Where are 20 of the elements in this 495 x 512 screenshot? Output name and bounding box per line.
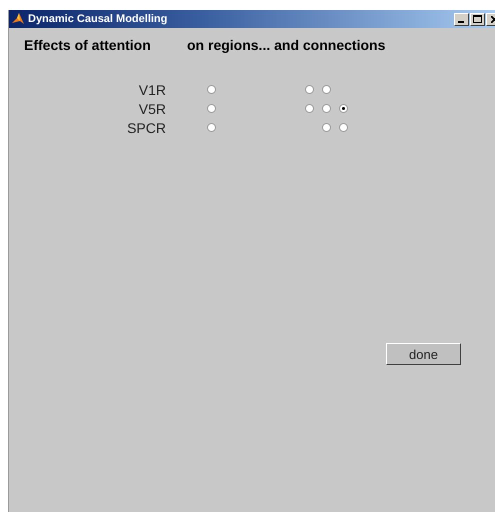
radio-button[interactable] bbox=[339, 123, 348, 132]
app-icon bbox=[11, 12, 25, 26]
done-button[interactable]: done bbox=[386, 343, 461, 365]
radio-button[interactable] bbox=[207, 104, 216, 113]
radio-button[interactable] bbox=[207, 123, 216, 132]
radio-button[interactable] bbox=[305, 85, 314, 94]
maximize-button[interactable] bbox=[470, 12, 485, 26]
region-label: V5R bbox=[138, 100, 166, 116]
region-label: V1R bbox=[138, 82, 166, 98]
radio-button[interactable] bbox=[207, 85, 216, 94]
heading: on regions... and connections bbox=[187, 37, 386, 53]
minimize-button[interactable] bbox=[454, 12, 469, 26]
region-label: SPCR bbox=[126, 120, 166, 136]
radio-button[interactable] bbox=[339, 104, 348, 113]
heading: Effects of attention bbox=[24, 37, 152, 53]
radio-button[interactable] bbox=[322, 123, 331, 132]
window-title: Dynamic Causal Modelling bbox=[28, 13, 168, 25]
radio-button[interactable] bbox=[305, 104, 314, 113]
radio-button[interactable] bbox=[322, 104, 331, 113]
radio-button[interactable] bbox=[322, 85, 331, 94]
